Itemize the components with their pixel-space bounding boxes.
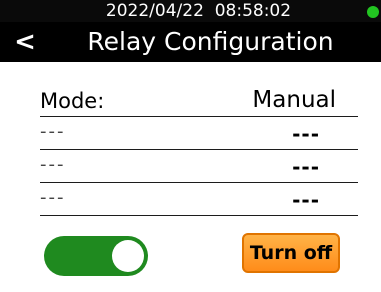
connection-status-icon — [367, 6, 379, 18]
config-row: --- --- — [40, 117, 358, 150]
header-bar: < Relay Configuration — [0, 22, 381, 62]
datetime-display: 2022/04/22 08:58:02 — [105, 1, 292, 21]
config-row-label: --- — [40, 187, 66, 208]
config-row-label: --- — [40, 121, 66, 142]
mode-row: Mode: Manual — [40, 84, 358, 117]
mode-value: Manual — [252, 87, 336, 113]
turn-off-button[interactable]: Turn off — [242, 233, 340, 273]
config-row-label: --- — [40, 154, 66, 175]
page-title: Relay Configuration — [87, 27, 334, 56]
mode-label: Mode: — [40, 89, 105, 113]
config-row-value: --- — [292, 188, 320, 212]
config-row-value: --- — [292, 155, 320, 179]
relay-toggle-switch[interactable] — [44, 236, 148, 276]
config-row: --- --- — [40, 183, 358, 216]
back-button[interactable]: < — [10, 22, 40, 62]
status-bar: 2022/04/22 08:58:02 — [0, 0, 381, 22]
config-row-value: --- — [292, 122, 320, 146]
config-rows: Mode: Manual --- --- --- --- --- --- — [40, 84, 358, 216]
toggle-knob — [112, 240, 144, 272]
config-row: --- --- — [40, 150, 358, 183]
